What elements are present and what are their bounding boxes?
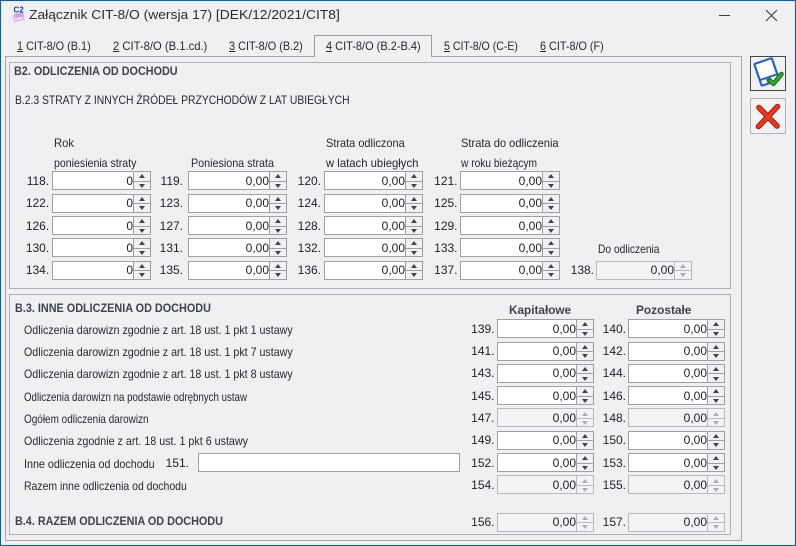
svg-text:C2: C2 <box>14 6 25 15</box>
